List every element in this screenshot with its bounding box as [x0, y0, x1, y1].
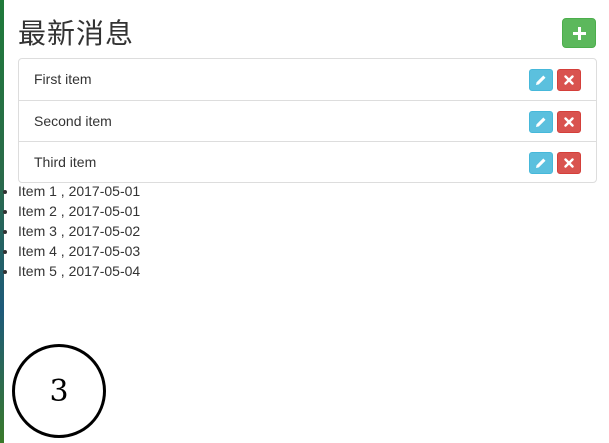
edit-button[interactable]	[529, 152, 553, 174]
dated-item-list: Item 1 , 2017-05-01 Item 2 , 2017-05-01 …	[0, 181, 140, 281]
list-item-actions	[529, 111, 581, 133]
list-item-label: Third item	[34, 154, 97, 170]
list-item-label: First item	[34, 71, 92, 87]
pencil-icon	[536, 75, 546, 85]
dated-list-item: Item 1 , 2017-05-01	[18, 181, 140, 201]
delete-button[interactable]	[557, 69, 581, 91]
list-item: Second item	[19, 100, 596, 141]
dated-list-item: Item 5 , 2017-05-04	[18, 261, 140, 281]
pencil-icon	[536, 158, 546, 168]
news-header: 最新消息	[18, 12, 598, 52]
list-item: Third item	[19, 141, 596, 182]
pencil-icon	[536, 117, 546, 127]
delete-button[interactable]	[557, 152, 581, 174]
close-icon	[564, 117, 574, 127]
list-item-actions	[529, 69, 581, 91]
counter-circle: 3	[12, 344, 106, 438]
close-icon	[564, 158, 574, 168]
item-list: First item Second item Third item	[18, 58, 597, 183]
dated-list-item: Item 2 , 2017-05-01	[18, 201, 140, 221]
plus-icon	[572, 26, 586, 40]
counter-value: 3	[49, 373, 69, 409]
dated-list-item: Item 3 , 2017-05-02	[18, 221, 140, 241]
list-item-label: Second item	[34, 113, 112, 129]
list-item: First item	[19, 59, 596, 100]
dated-list-item: Item 4 , 2017-05-03	[18, 241, 140, 261]
page-title: 最新消息	[18, 17, 135, 50]
page: 最新消息 First item Second item Third item •…	[0, 0, 609, 443]
close-icon	[564, 75, 574, 85]
delete-button[interactable]	[557, 111, 581, 133]
edit-button[interactable]	[529, 111, 553, 133]
edit-button[interactable]	[529, 69, 553, 91]
add-item-button[interactable]	[562, 18, 596, 48]
list-item-actions	[529, 152, 581, 174]
